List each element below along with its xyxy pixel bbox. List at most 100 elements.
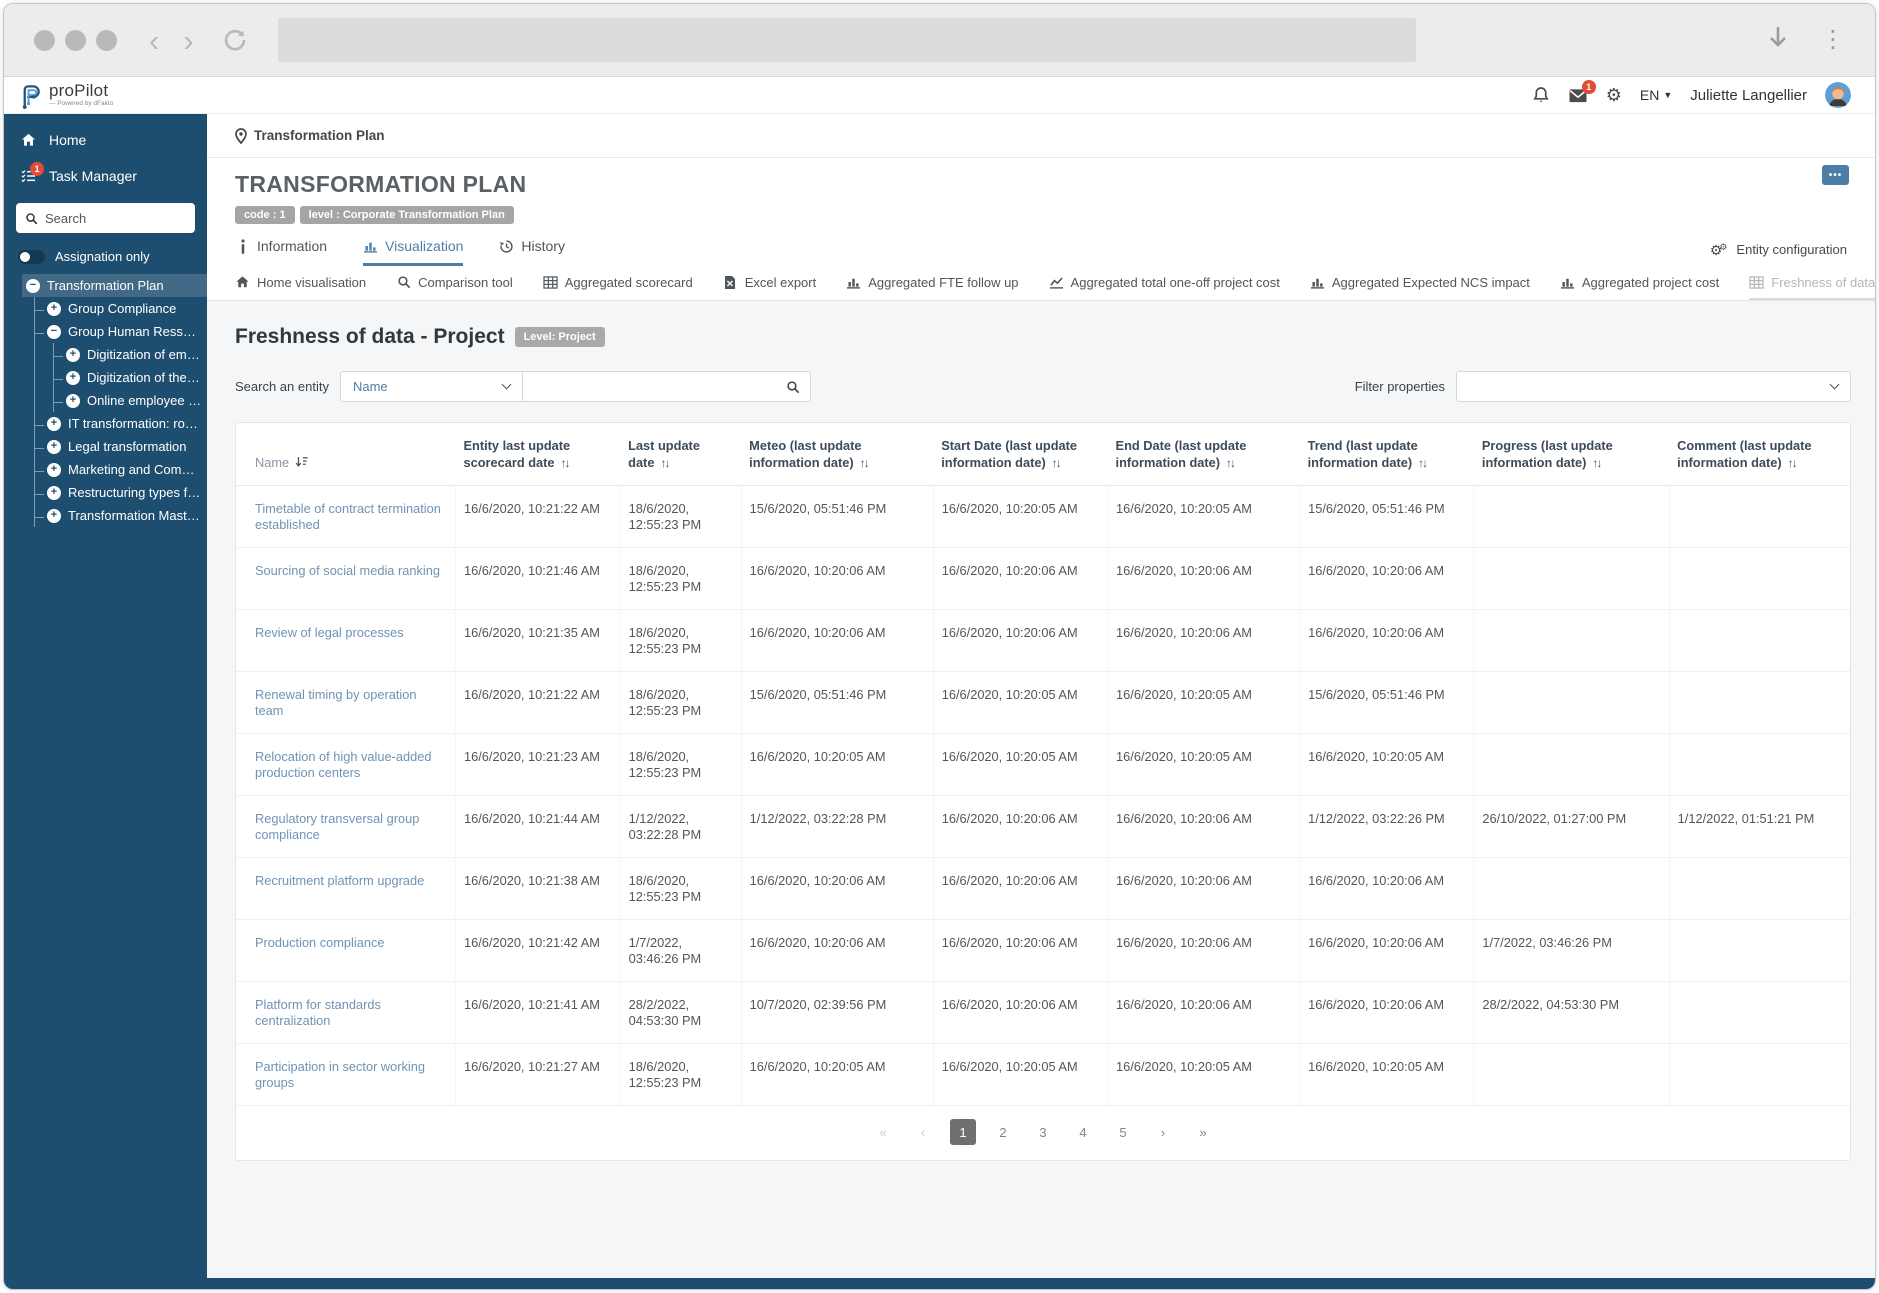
tree-item-group-human-ressources[interactable]: −Group Human Ressources [35,320,207,343]
sort-icon[interactable]: ↑↓ [1592,456,1602,470]
column-header-trend-last-update-information-date[interactable]: Trend (last update information date) ↑↓ [1299,423,1474,486]
sidebar-search[interactable] [16,203,195,233]
sort-icon[interactable]: ↑↓ [1052,456,1062,470]
entity-link[interactable]: Relocation of high value-added productio… [255,749,431,780]
tab-information[interactable]: Information [235,238,327,266]
sort-icon[interactable]: ↑↓ [1226,456,1236,470]
language-selector[interactable]: EN ▼ [1640,87,1672,103]
expand-icon[interactable]: + [47,439,61,454]
sort-icon[interactable]: ↑↓ [660,456,670,470]
expand-icon[interactable]: + [47,485,61,500]
column-header-last-update-date[interactable]: Last update date ↑↓ [620,423,742,486]
tree-item-legal-transformation[interactable]: + Legal transformation [35,435,207,458]
subtab-aggregated-fte-follow-up[interactable]: Aggregated FTE follow up [846,266,1019,300]
column-header-start-date-last-update-information-date[interactable]: Start Date (last update information date… [933,423,1108,486]
page-3-button[interactable]: 3 [1030,1119,1056,1145]
entity-link[interactable]: Platform for standards centralization [255,997,381,1028]
entity-link[interactable]: Regulatory transversal group compliance [255,811,419,842]
breadcrumb-label[interactable]: Transformation Plan [254,128,385,143]
subtab-aggregated-scorecard[interactable]: Aggregated scorecard [543,266,693,300]
subtab-home-visualisation[interactable]: Home visualisation [235,266,366,300]
entity-link[interactable]: Renewal timing by operation team [255,687,416,718]
tree-item-digitization-of-employees[interactable]: + Digitization of employees ... [54,343,207,366]
sidebar-item-home[interactable]: Home [4,122,207,158]
subtab-aggregated-expected-ncs-impact[interactable]: Aggregated Expected NCS impact [1310,266,1530,300]
entity-link[interactable]: Production compliance [255,935,384,950]
sidebar-item-task-manager[interactable]: 1 Task Manager [4,158,207,194]
expand-icon[interactable]: + [47,462,61,477]
window-control-dot[interactable] [96,29,117,51]
expand-icon[interactable]: + [47,416,61,431]
window-control-dot[interactable] [65,29,86,51]
refresh-icon[interactable] [222,27,248,53]
search-input[interactable] [45,210,175,226]
assignation-toggle[interactable] [18,249,45,264]
avatar[interactable] [1825,82,1851,108]
back-icon[interactable]: ‹ [149,25,159,56]
page-4-button[interactable]: 4 [1070,1119,1096,1145]
sort-icon[interactable] [295,456,308,470]
expand-icon[interactable]: + [47,508,61,523]
filter-properties-select[interactable] [1456,371,1851,402]
tree-item-restructuring-types-for-firms[interactable]: + Restructuring types for firms [35,481,207,504]
settings-gear-icon[interactable]: ⚙ [1606,86,1622,104]
entity-link[interactable]: Review of legal processes [255,625,404,640]
tree-item-transformation-plan[interactable]: − Transformation Plan [22,274,207,297]
tree-item-group-compliance[interactable]: + Group Compliance [35,297,207,320]
window-control-dot[interactable] [34,29,55,51]
first-page-button[interactable]: « [870,1119,896,1145]
browser-menu-icon[interactable]: ⋮ [1821,28,1845,52]
column-header-meteo-last-update-information-date[interactable]: Meteo (last update information date) ↑↓ [741,423,934,486]
forward-icon[interactable]: › [183,25,193,56]
column-header-end-date-last-update-information-date[interactable]: End Date (last update information date) ↑… [1107,423,1300,486]
last-page-button[interactable]: » [1190,1119,1216,1145]
subtab-comparison-tool[interactable]: Comparison tool [396,266,513,300]
next-page-button[interactable]: › [1150,1119,1176,1145]
tree-item-transformation-master-plan[interactable]: + Transformation Master Plan -... [35,504,207,527]
collapse-icon[interactable]: − [47,324,61,339]
download-icon[interactable] [1767,25,1789,56]
subtab-aggregated-project-cost[interactable]: Aggregated project cost [1560,266,1719,300]
entity-link[interactable]: Sourcing of social media ranking [255,563,440,578]
sort-icon[interactable]: ↑↓ [860,456,870,470]
notifications-bell-icon[interactable] [1532,86,1550,104]
subtab-excel-export[interactable]: Excel export [723,266,816,300]
expand-icon[interactable]: + [66,370,80,385]
search-field-select[interactable]: Name [339,371,523,402]
entity-link[interactable]: Timetable of contract termination establ… [255,501,441,532]
sort-icon[interactable]: ↑↓ [1418,456,1428,470]
expand-icon[interactable]: + [66,393,80,408]
column-header-name[interactable]: Name [236,423,456,486]
previous-page-button[interactable]: ‹ [910,1119,936,1145]
page-5-button[interactable]: 5 [1110,1119,1136,1145]
column-header-comment-last-update-information-date[interactable]: Comment (last update information date) ↑↓ [1669,423,1850,486]
collapse-icon[interactable]: − [26,278,40,293]
date-cell: 16/6/2020, 10:20:06 AM [740,609,934,672]
page-2-button[interactable]: 2 [990,1119,1016,1145]
entity-configuration-button[interactable]: ⚙⚙ Entity configuration [1710,242,1847,266]
tab-history[interactable]: History [499,238,565,266]
tree-item-it-transformation-road-to-20[interactable]: + IT transformation: road to 20... [35,412,207,435]
column-header-progress-last-update-information-date[interactable]: Progress (last update information date) ↑… [1473,423,1670,486]
tab-visualization[interactable]: Visualization [363,238,464,266]
entity-link[interactable]: Recruitment platform upgrade [255,873,424,888]
subtab-freshness-of-data-project[interactable]: Freshness of data - Project [1749,266,1875,300]
tree-item-online-employee-training[interactable]: + Online employee training ... [54,389,207,412]
tree-item-digitization-of-the-recruit[interactable]: + Digitization of the recruit... [54,366,207,389]
tree-item-marketing-and-communicati[interactable]: + Marketing and Communicati... [35,458,207,481]
entity-search-input[interactable] [532,379,786,394]
sort-icon[interactable]: ↑↓ [1788,456,1798,470]
page-1-button[interactable]: 1 [950,1119,976,1145]
date-cell: 16/6/2020, 10:20:05 AM [1107,733,1300,796]
search-icon[interactable] [786,380,800,394]
expand-icon[interactable]: + [47,301,61,316]
column-header-entity-last-update-scorecard-date[interactable]: Entity last update scorecard date ↑↓ [455,423,621,486]
messages-icon[interactable]: 1 [1568,79,1596,104]
app-logo[interactable]: proPilot — Powered by dFakto [18,81,113,110]
sort-icon[interactable]: ↑↓ [561,456,571,470]
entity-link[interactable]: Participation in sector working groups [255,1059,425,1090]
address-bar[interactable] [277,18,1416,62]
more-actions-button[interactable]: ••• [1822,165,1849,185]
subtab-aggregated-total-one-off-project-cost[interactable]: Aggregated total one-off project cost [1049,266,1280,300]
expand-icon[interactable]: + [66,347,80,362]
